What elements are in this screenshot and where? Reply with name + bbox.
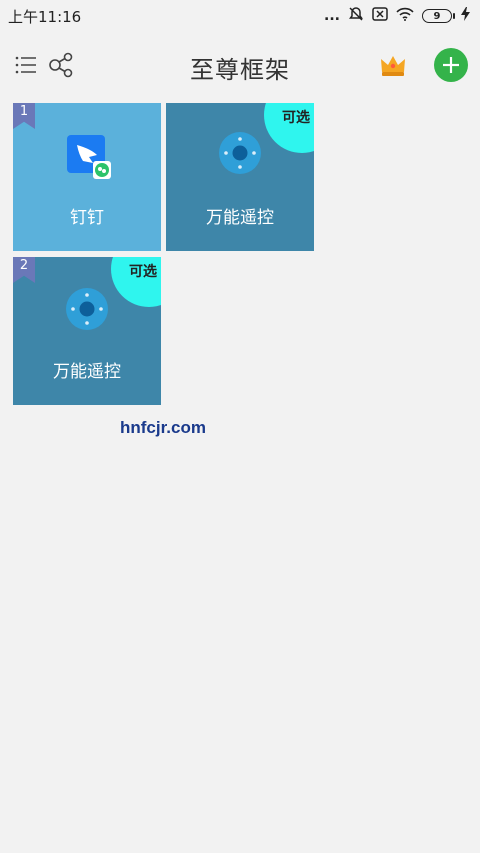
remote-control-icon <box>65 287 109 331</box>
crown-icon[interactable] <box>378 50 408 80</box>
app-tile-label: 钉钉 <box>70 208 104 228</box>
battery-level: 9 <box>433 10 441 22</box>
app-tile-remote-1[interactable]: 可选 万能遥控 <box>166 103 314 251</box>
app-tile-label: 万能遥控 <box>206 208 274 228</box>
add-button[interactable] <box>434 48 468 82</box>
top-toolbar: 至尊框架 <box>0 40 480 90</box>
status-icons: ... 9 <box>324 6 472 26</box>
status-time: 上午11:16 <box>8 7 82 26</box>
watermark-text: hnfcjr.com <box>120 418 206 437</box>
mute-bell-icon <box>348 6 364 26</box>
order-badge: 2 <box>13 257 35 283</box>
wifi-icon <box>396 7 414 25</box>
charging-icon <box>460 7 472 25</box>
dingtalk-app-icon <box>65 133 111 179</box>
plus-icon <box>443 57 459 73</box>
battery-icon: 9 <box>422 9 455 23</box>
more-dots-icon: ... <box>324 8 340 24</box>
status-bar: 上午11:16 ... 9 <box>0 0 480 32</box>
no-sim-icon <box>372 7 388 25</box>
page-title: 至尊框架 <box>190 56 290 84</box>
optional-tag: 可选 <box>282 110 310 126</box>
optional-tag: 可选 <box>129 264 157 280</box>
remote-control-icon <box>218 131 262 175</box>
order-badge: 1 <box>13 103 35 129</box>
app-tile-dingtalk[interactable]: 1 钉钉 <box>13 103 161 251</box>
app-tile-remote-2[interactable]: 可选 2 万能遥控 <box>13 257 161 405</box>
app-tile-label: 万能遥控 <box>53 362 121 382</box>
